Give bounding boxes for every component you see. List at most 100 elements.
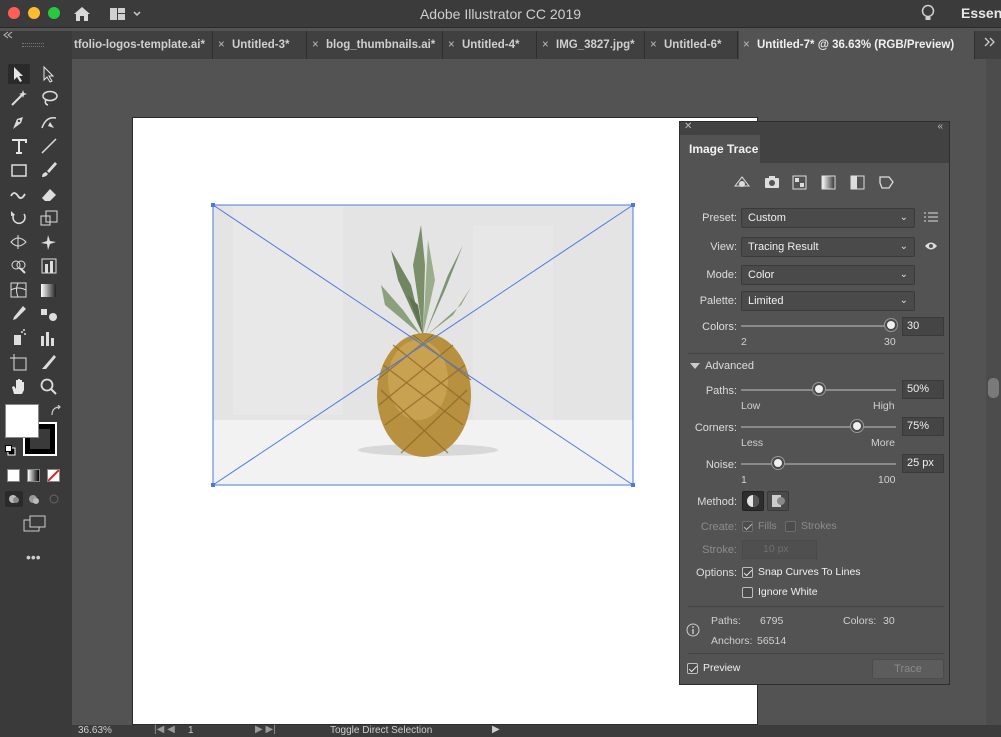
blend-tool-icon[interactable]: [38, 304, 60, 324]
mode-dropdown[interactable]: Color ⌄: [741, 265, 915, 285]
status-menu-icon[interactable]: ▶: [492, 724, 500, 735]
tab-untitled-3[interactable]: × Untitled-3*: [214, 31, 307, 59]
width-tool-icon[interactable]: [8, 232, 30, 252]
ignore-white-checkbox[interactable]: [742, 587, 753, 598]
close-panel-icon[interactable]: ✕: [684, 121, 692, 132]
black-and-white-preset-icon[interactable]: [848, 174, 868, 190]
trace-button[interactable]: Trace: [872, 659, 944, 679]
noise-value-field[interactable]: 25 px: [902, 454, 944, 473]
screen-mode-icon[interactable]: [23, 515, 47, 536]
corners-value-field[interactable]: 75%: [902, 417, 944, 436]
first-artboard-icon[interactable]: |◀ ◀: [154, 724, 175, 735]
grayscale-preset-icon[interactable]: [819, 174, 839, 190]
scale-tool-icon[interactable]: [38, 208, 60, 228]
noise-slider-knob[interactable]: [772, 457, 785, 469]
abutting-method-icon[interactable]: [742, 491, 764, 511]
colors-slider-track[interactable]: [741, 325, 891, 327]
tab-portfolio-logos[interactable]: tfolio-logos-template.ai*: [72, 31, 213, 59]
corners-slider-track[interactable]: [741, 426, 896, 428]
next-artboard-icon[interactable]: ▶ ▶|: [255, 724, 276, 735]
color-mode-icon[interactable]: [7, 469, 20, 482]
close-tab-icon[interactable]: ×: [650, 31, 657, 59]
manage-presets-icon[interactable]: [924, 211, 938, 226]
snap-curves-checkbox[interactable]: [742, 567, 753, 578]
outline-preset-icon[interactable]: [877, 174, 897, 190]
tab-untitled-4[interactable]: × Untitled-4*: [444, 31, 537, 59]
paintbrush-tool-icon[interactable]: [38, 160, 60, 180]
close-tab-icon[interactable]: ×: [448, 31, 455, 59]
fill-swatch[interactable]: [5, 404, 39, 438]
lasso-tool-icon[interactable]: [38, 88, 60, 108]
swap-fill-stroke-icon[interactable]: [50, 404, 62, 420]
high-color-preset-icon[interactable]: [762, 174, 782, 190]
colors-value-field[interactable]: 30: [902, 317, 944, 336]
low-color-preset-icon[interactable]: [790, 174, 810, 190]
gradient-tool-icon[interactable]: [38, 280, 60, 300]
slice-tool-icon[interactable]: [38, 352, 60, 372]
mesh-tool-icon[interactable]: [8, 280, 30, 300]
auto-color-preset-icon[interactable]: [732, 174, 752, 190]
collapse-panel-icon[interactable]: «: [937, 121, 943, 132]
symbol-sprayer-tool-icon[interactable]: [8, 328, 30, 348]
lightbulb-icon[interactable]: [920, 4, 936, 24]
none-mode-icon[interactable]: [47, 469, 60, 482]
vertical-scroll-thumb[interactable]: [988, 378, 999, 398]
close-tab-icon[interactable]: ×: [218, 31, 225, 59]
close-tab-icon[interactable]: ×: [312, 31, 319, 59]
view-dropdown[interactable]: Tracing Result ⌄: [741, 237, 915, 257]
preview-checkbox[interactable]: [687, 663, 698, 674]
preset-dropdown[interactable]: Custom ⌄: [741, 208, 915, 228]
default-fill-stroke-icon[interactable]: [5, 445, 16, 459]
more-tabs-icon[interactable]: [984, 36, 996, 50]
eraser-tool-icon[interactable]: [38, 184, 60, 204]
edit-toolbar-icon[interactable]: •••: [26, 549, 41, 565]
pen-tool-icon[interactable]: [8, 112, 30, 132]
rectangle-tool-icon[interactable]: [8, 160, 30, 180]
paths-value-field[interactable]: 50%: [902, 380, 944, 399]
eyedropper-tool-icon[interactable]: [8, 304, 30, 324]
paths-slider-knob[interactable]: [812, 383, 825, 395]
strokes-checkbox[interactable]: [785, 521, 796, 532]
direct-selection-tool-icon[interactable]: [38, 64, 60, 84]
zoom-tool-icon[interactable]: [38, 376, 60, 396]
gradient-mode-icon[interactable]: [27, 469, 40, 482]
tab-untitled-7[interactable]: × Untitled-7* @ 36.63% (RGB/Preview): [739, 31, 975, 59]
shaper-tool-icon[interactable]: [8, 184, 30, 204]
puppet-warp-tool-icon[interactable]: [38, 232, 60, 252]
workspace-switcher[interactable]: Essent: [961, 5, 1001, 21]
tab-img-3827[interactable]: × IMG_3827.jpg*: [538, 31, 645, 59]
status-tool-hint[interactable]: Toggle Direct Selection: [330, 725, 432, 736]
overlapping-method-icon[interactable]: [767, 491, 789, 511]
collapse-toolbar-icon[interactable]: [2, 31, 14, 41]
artboard-tool-icon[interactable]: [8, 352, 30, 372]
tab-untitled-6[interactable]: × Untitled-6*: [646, 31, 738, 59]
close-tab-icon[interactable]: ×: [542, 31, 549, 59]
advanced-toggle[interactable]: Advanced: [690, 360, 754, 372]
eye-icon[interactable]: [924, 241, 938, 254]
stroke-value-field[interactable]: 10 px: [742, 540, 817, 559]
panel-title[interactable]: Image Trace: [680, 135, 760, 163]
column-graph-tool-icon[interactable]: [38, 328, 60, 348]
type-tool-icon[interactable]: [8, 136, 30, 156]
draw-normal-icon[interactable]: [5, 491, 23, 507]
colors-slider-knob[interactable]: [885, 319, 897, 331]
selection-tool-icon[interactable]: [8, 64, 30, 84]
tab-blog-thumbnails[interactable]: × blog_thumbnails.ai*: [308, 31, 443, 59]
palette-dropdown[interactable]: Limited ⌄: [741, 291, 915, 311]
curvature-tool-icon[interactable]: [38, 112, 60, 132]
close-tab-icon[interactable]: ×: [743, 31, 750, 59]
artboard-number[interactable]: 1: [188, 725, 194, 736]
noise-slider-track[interactable]: [741, 463, 896, 465]
draw-behind-icon[interactable]: [25, 491, 43, 507]
draw-inside-icon[interactable]: [45, 491, 63, 507]
line-segment-tool-icon[interactable]: [38, 136, 60, 156]
magic-wand-tool-icon[interactable]: [8, 88, 30, 108]
shape-builder-tool-icon[interactable]: [8, 256, 30, 276]
corners-slider-knob[interactable]: [851, 420, 864, 432]
hand-tool-icon[interactable]: [8, 376, 30, 396]
graph-tool-icon[interactable]: [38, 256, 60, 276]
rotate-tool-icon[interactable]: [8, 208, 30, 228]
zoom-level[interactable]: 36.63%: [78, 725, 112, 736]
fills-checkbox[interactable]: [742, 521, 753, 532]
toolbar-grip[interactable]: [22, 43, 44, 47]
